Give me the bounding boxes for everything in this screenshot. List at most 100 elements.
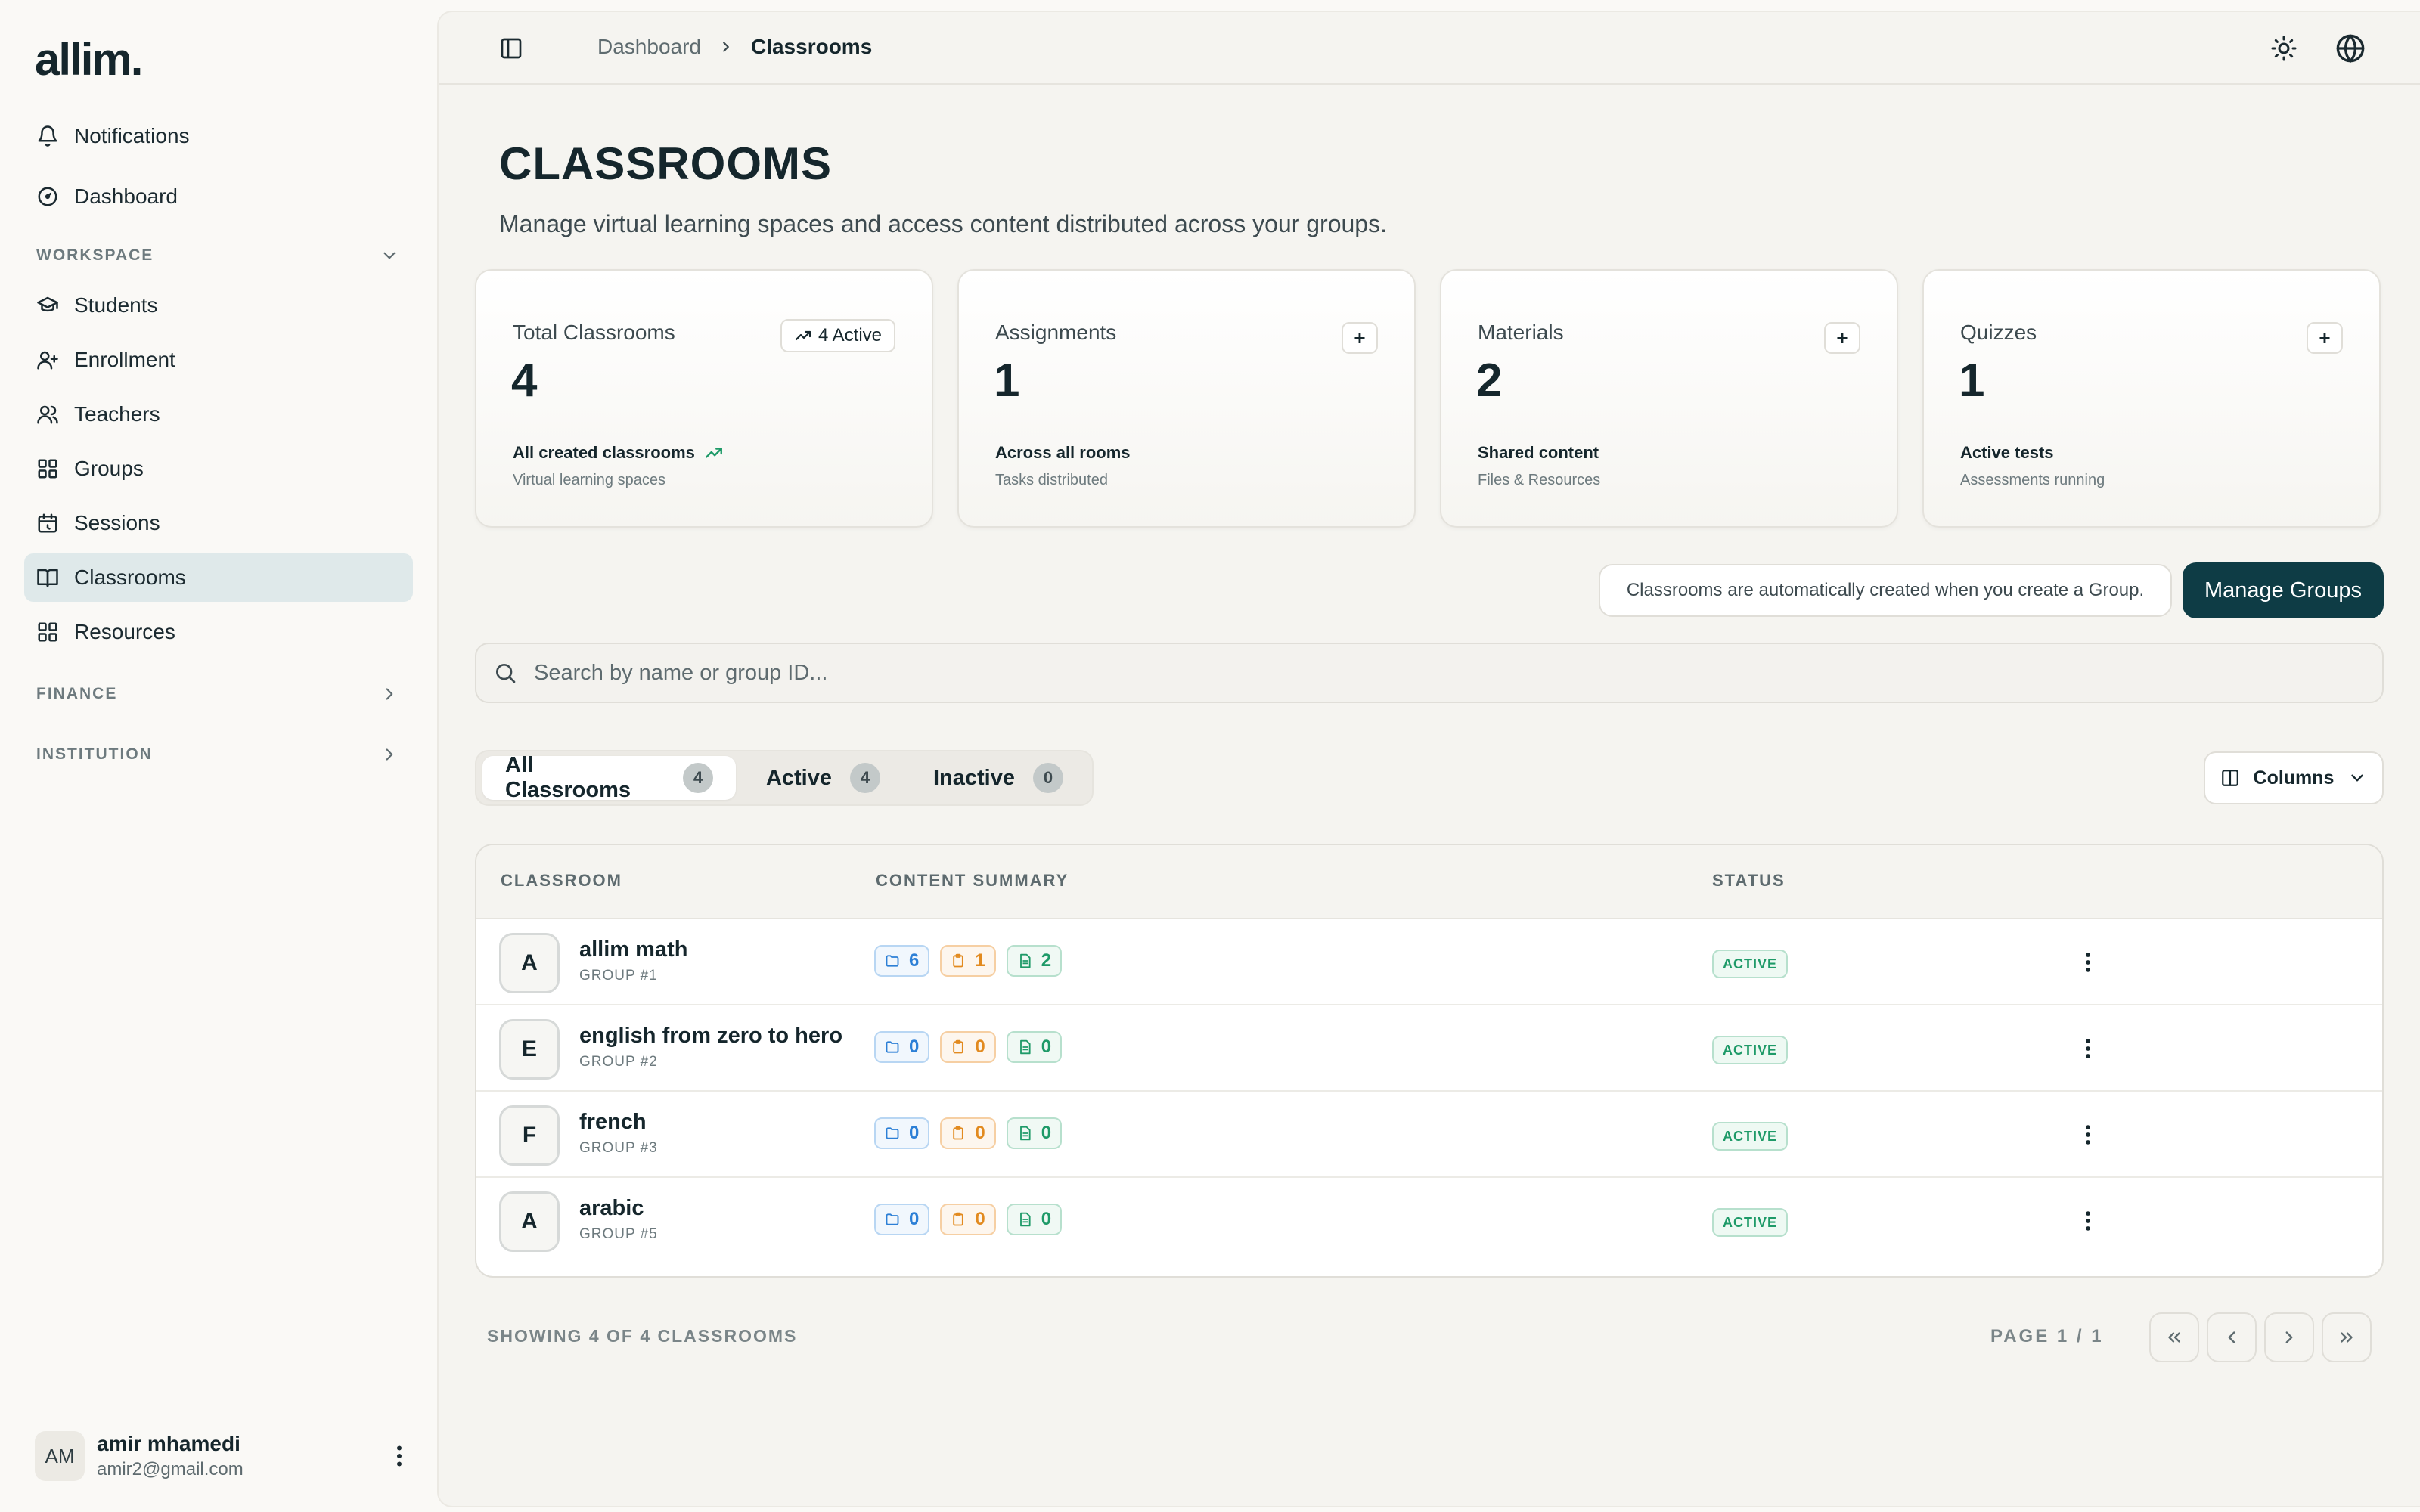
classroom-avatar: F [499, 1105, 560, 1166]
chip-count: 0 [909, 1036, 920, 1057]
nav-item-label: Teachers [74, 402, 160, 426]
file-text-icon [1019, 1040, 1031, 1055]
chip-count: 1 [975, 950, 985, 971]
quizzes-chip: 2 [1006, 945, 1063, 977]
add-assignment-button[interactable]: + [1342, 322, 1378, 354]
tab-inactive[interactable]: Inactive 0 [911, 756, 1086, 800]
grid-icon [38, 459, 57, 479]
table-row[interactable]: E english from zero to hero GROUP #2 0 0… [476, 1005, 2382, 1092]
assignments-chip: 0 [940, 1031, 996, 1063]
nav-item-resources[interactable]: Resources [24, 608, 413, 656]
trending-up-icon [795, 330, 811, 341]
nav-item-dashboard[interactable]: Dashboard [24, 172, 413, 221]
chip-count: 0 [975, 1123, 985, 1143]
folder-icon [886, 1041, 899, 1053]
classroom-name[interactable]: arabic [579, 1196, 644, 1221]
topbar: Dashboard Classrooms [439, 12, 2420, 85]
materials-chip: 0 [874, 1204, 930, 1235]
columns-button[interactable]: Columns [2204, 751, 2384, 804]
columns-icon [2221, 770, 2238, 786]
tab-all-classrooms[interactable]: All Classrooms 4 [482, 753, 736, 802]
previous-page-button[interactable] [2207, 1312, 2257, 1362]
tab-active[interactable]: Active 4 [743, 756, 903, 800]
more-vertical-icon[interactable] [2075, 1208, 2101, 1234]
more-vertical-icon[interactable] [2075, 1036, 2101, 1061]
card-label: Quizzes [1960, 321, 2037, 344]
table-header: CLASSROOM CONTENT SUMMARY STATUS [476, 845, 2382, 919]
globe-icon[interactable] [2335, 33, 2366, 64]
next-page-button[interactable] [2264, 1312, 2314, 1362]
calendar-icon [38, 513, 57, 533]
app-logo[interactable]: allim. [35, 33, 143, 85]
more-vertical-icon[interactable] [2075, 1122, 2101, 1148]
manage-groups-button[interactable]: Manage Groups [2183, 562, 2384, 618]
user-info: amir mhamedi amir2@gmail.com [97, 1432, 374, 1480]
page-subtitle: Manage virtual learning spaces and acces… [499, 210, 1387, 237]
sidebar-toggle-icon[interactable] [499, 36, 523, 60]
nav-item-label: Sessions [74, 511, 160, 534]
chevrons-right-icon [2341, 1332, 2353, 1343]
section-institution[interactable]: INSTITUTION [36, 739, 399, 770]
section-workspace[interactable]: WORKSPACE [36, 240, 399, 271]
nav-item-sessions[interactable]: Sessions [24, 499, 413, 547]
clipboard-icon [953, 1126, 964, 1140]
user-profile[interactable]: AM amir mhamedi amir2@gmail.com [35, 1429, 413, 1483]
nav-item-label: Enrollment [74, 348, 175, 371]
info-notice: Classrooms are automatically created whe… [1599, 564, 2172, 617]
chevron-down-icon [383, 252, 396, 259]
status-badge: ACTIVE [1712, 1122, 1789, 1151]
more-vertical-icon[interactable] [2075, 950, 2101, 975]
table-row[interactable]: A arabic GROUP #5 0 0 0 ACTIVE [476, 1178, 2382, 1264]
folder-icon [886, 1213, 899, 1225]
column-header-status[interactable]: STATUS [1712, 871, 1786, 891]
first-page-button[interactable] [2149, 1312, 2199, 1362]
chevron-right-icon [723, 42, 729, 52]
filter-tabs: All Classrooms 4 Active 4 Inactive 0 [475, 750, 1094, 806]
card-value: 1 [994, 355, 1020, 407]
add-material-button[interactable]: + [1824, 322, 1860, 354]
classroom-name[interactable]: allim math [579, 937, 687, 962]
classroom-avatar: A [499, 1191, 560, 1252]
classroom-name[interactable]: english from zero to hero [579, 1024, 842, 1049]
card-value: 4 [511, 355, 538, 407]
classroom-avatar: E [499, 1019, 560, 1080]
nav-item-label: Notifications [74, 124, 190, 147]
sun-icon[interactable] [2270, 35, 2297, 62]
nav-item-groups[interactable]: Groups [24, 445, 413, 493]
tab-label: Inactive [933, 765, 1015, 790]
section-finance[interactable]: FINANCE [36, 679, 399, 709]
chevron-right-icon [2285, 1331, 2293, 1343]
nav-item-notifications[interactable]: Notifications [24, 112, 413, 160]
stat-card-materials: Materials + 2 Shared content Files & Res… [1440, 269, 1898, 528]
avatar: AM [35, 1431, 85, 1481]
table-row[interactable]: F french GROUP #3 0 0 0 ACTIVE [476, 1092, 2382, 1178]
nav-item-teachers[interactable]: Teachers [24, 390, 413, 438]
card-label: Total Classrooms [513, 321, 675, 344]
results-count: SHOWING 4 OF 4 CLASSROOMS [487, 1326, 798, 1346]
card-foot-label: All created classrooms [513, 443, 695, 462]
search-input[interactable] [534, 660, 2382, 686]
nav-item-students[interactable]: Students [24, 281, 413, 330]
chip-count: 0 [1041, 1209, 1052, 1229]
nav-item-classrooms[interactable]: Classrooms [24, 553, 413, 602]
tab-count: 0 [1033, 763, 1063, 793]
stat-card-quizzes: Quizzes + 1 Active tests Assessments run… [1922, 269, 2381, 528]
nav-item-label: Classrooms [74, 565, 186, 589]
clipboard-icon [953, 1040, 964, 1054]
column-header-content[interactable]: CONTENT SUMMARY [876, 871, 1069, 891]
status-badge: ACTIVE [1712, 1036, 1789, 1064]
column-header-classroom[interactable]: CLASSROOM [501, 871, 622, 891]
nav-item-enrollment[interactable]: Enrollment [24, 336, 413, 384]
card-sub: Virtual learning spaces [513, 472, 666, 488]
breadcrumb-dashboard[interactable]: Dashboard [597, 35, 701, 59]
card-sub: Assessments running [1960, 472, 2105, 488]
more-vertical-icon[interactable] [386, 1442, 413, 1470]
add-quiz-button[interactable]: + [2307, 322, 2343, 354]
stat-card-assignments: Assignments + 1 Across all rooms Tasks d… [957, 269, 1416, 528]
table-row[interactable]: A allim math GROUP #1 6 1 2 ACTIVE [476, 919, 2382, 1005]
classroom-name[interactable]: french [579, 1110, 647, 1135]
last-page-button[interactable] [2322, 1312, 2372, 1362]
status-badge: ACTIVE [1712, 1208, 1789, 1237]
chevron-right-icon [386, 688, 393, 700]
chip-count: 0 [909, 1209, 920, 1229]
